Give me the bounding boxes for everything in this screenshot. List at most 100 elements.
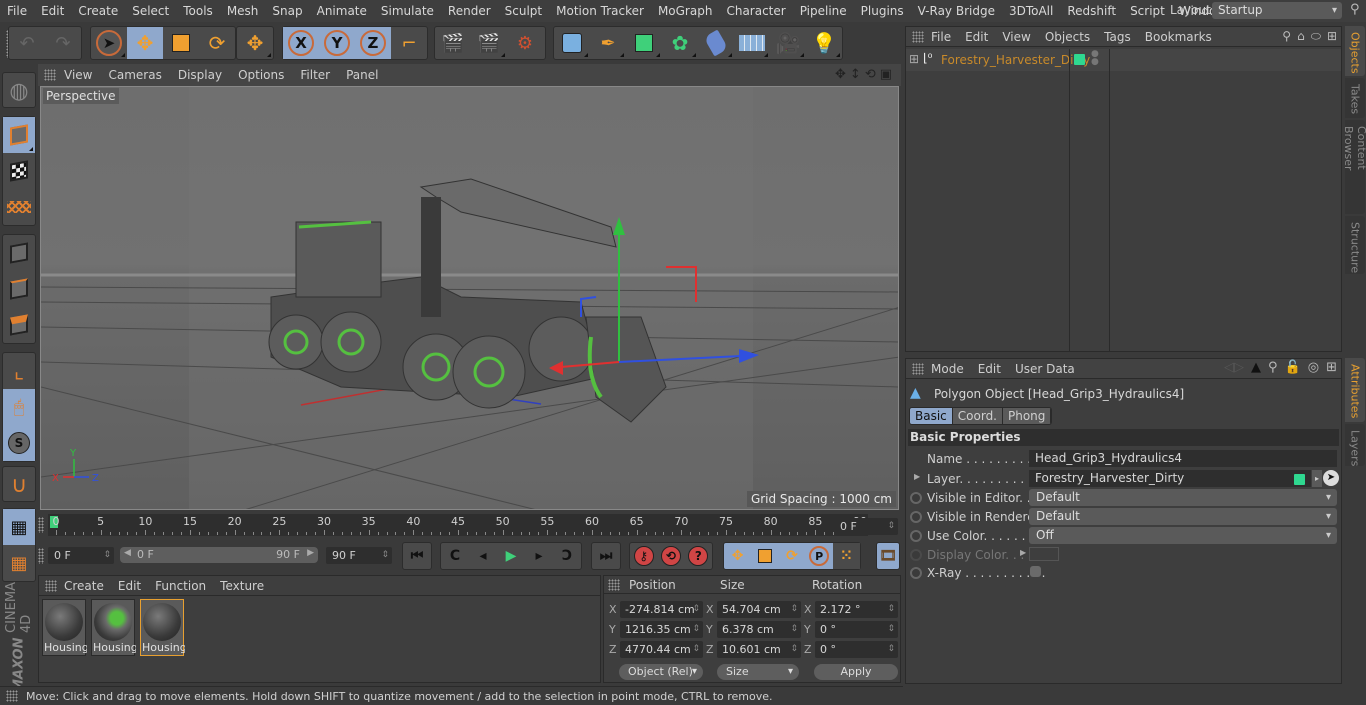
start-frame-field[interactable]: 0 F xyxy=(48,547,114,564)
current-frame-field[interactable]: 0 F xyxy=(834,518,898,535)
search-icon[interactable]: ⚲ xyxy=(1282,29,1291,44)
deformer-button[interactable] xyxy=(698,27,734,59)
rotation-key-button[interactable]: ⟳ xyxy=(778,543,805,569)
position-key-button[interactable]: ✥ xyxy=(724,543,751,569)
animate-radio[interactable] xyxy=(910,492,922,504)
visibility-dots-icon[interactable]: ● ● xyxy=(1091,50,1099,67)
menu-vray-bridge[interactable]: V-Ray Bridge xyxy=(911,4,1002,18)
rotation-x-field[interactable]: 2.172 ° xyxy=(815,601,898,618)
menu-select[interactable]: Select xyxy=(125,4,176,18)
record-button[interactable]: ⚷ xyxy=(630,543,657,569)
menu-motion-tracker[interactable]: Motion Tracker xyxy=(549,4,651,18)
autokey-button[interactable]: ⟲ xyxy=(657,543,684,569)
animation-lock-button[interactable]: ▦ xyxy=(3,545,35,581)
name-field[interactable]: Head_Grip3_Hydraulics4 xyxy=(1029,450,1337,467)
panel-grip[interactable] xyxy=(912,362,924,375)
tab-content-browser[interactable]: Content Browser xyxy=(1342,120,1366,214)
layer-menu-arrow-icon[interactable]: ▸ xyxy=(1312,470,1322,487)
play-button[interactable]: ▶ xyxy=(497,543,525,569)
menu-character[interactable]: Character xyxy=(719,4,792,18)
menu-simulate[interactable]: Simulate xyxy=(374,4,441,18)
visible-editor-dropdown[interactable]: Default xyxy=(1029,489,1337,506)
menu-snap[interactable]: Snap xyxy=(265,4,309,18)
timeline-ruler[interactable]: 051015202530354045505560657075808590 xyxy=(48,514,868,536)
cube-button[interactable] xyxy=(554,27,590,59)
menu-animate[interactable]: Animate xyxy=(310,4,374,18)
search-icon[interactable]: ⚲ xyxy=(1268,360,1278,375)
pan-icon[interactable]: ✥ xyxy=(835,67,846,82)
position-y-field[interactable]: 1216.35 cm xyxy=(620,621,703,638)
model-mode-button[interactable] xyxy=(3,117,35,153)
tab-phong[interactable]: Phong xyxy=(1003,408,1052,424)
previous-frame-button[interactable]: ◂ xyxy=(469,543,497,569)
floor-button[interactable] xyxy=(734,27,770,59)
menu-edit[interactable]: Edit xyxy=(34,4,71,18)
om-menu-tags[interactable]: Tags xyxy=(1097,30,1138,44)
cloner-button[interactable]: ✿ xyxy=(662,27,698,59)
range-right-arrow-icon[interactable]: ▶ xyxy=(307,548,314,558)
tweak-mode-button[interactable]: 🖱 xyxy=(3,389,35,425)
menu-plugins[interactable]: Plugins xyxy=(854,4,911,18)
new-panel-icon[interactable]: ⊞ xyxy=(1327,29,1337,44)
camera-button[interactable]: 🎥 xyxy=(770,27,806,59)
solo-mode-button[interactable]: S xyxy=(3,425,35,461)
expand-arrow-icon[interactable]: ▶ xyxy=(914,472,920,481)
xray-checkbox[interactable] xyxy=(1030,566,1041,577)
rotation-z-field[interactable]: 0 ° xyxy=(815,641,898,658)
new-panel-icon[interactable]: ⊞ xyxy=(1326,360,1337,375)
target-icon[interactable]: ◎ xyxy=(1308,360,1319,375)
om-menu-objects[interactable]: Objects xyxy=(1038,30,1097,44)
next-frame-button[interactable]: ▸ xyxy=(525,543,553,569)
rotation-y-field[interactable]: 0 ° xyxy=(815,621,898,638)
z-axis-lock-button[interactable]: Z xyxy=(355,27,391,59)
viewport-menu-filter[interactable]: Filter xyxy=(292,68,338,82)
size-y-field[interactable]: 6.378 cm xyxy=(717,621,801,638)
render-picture-viewer-button[interactable]: 🎬 xyxy=(471,27,507,59)
viewport-menu-view[interactable]: View xyxy=(56,68,100,82)
panel-grip[interactable] xyxy=(912,30,924,43)
material-menu-texture[interactable]: Texture xyxy=(213,579,271,593)
camera-label[interactable]: Perspective xyxy=(43,88,119,104)
menu-mograph[interactable]: MoGraph xyxy=(651,4,720,18)
texture-mode-button[interactable] xyxy=(3,153,35,189)
edges-mode-button[interactable] xyxy=(3,271,35,307)
scale-key-button[interactable] xyxy=(751,543,778,569)
menu-redshift[interactable]: Redshift xyxy=(1060,4,1123,18)
undo-button[interactable]: ↶ xyxy=(9,27,45,59)
attr-menu-user-data[interactable]: User Data xyxy=(1008,362,1082,376)
viewport-perspective[interactable]: Y X Z Perspective Grid Spacing : 1000 cm xyxy=(40,86,899,510)
om-menu-bookmarks[interactable]: Bookmarks xyxy=(1138,30,1219,44)
parameter-key-button[interactable]: P xyxy=(806,543,833,569)
go-to-start-button[interactable]: ⏮ xyxy=(403,543,431,569)
coordinate-mode-dropdown[interactable]: Object (Rel) xyxy=(619,664,703,680)
panel-grip[interactable] xyxy=(44,69,56,81)
apply-button[interactable]: Apply xyxy=(814,664,898,680)
attr-menu-edit[interactable]: Edit xyxy=(971,362,1008,376)
last-tool-button[interactable]: ✥ xyxy=(237,27,273,59)
coordinate-system-button[interactable]: ⌐ xyxy=(391,27,427,59)
frame-range-slider[interactable]: ◀ 0 F 90 F ▶ xyxy=(120,547,318,563)
visible-renderer-dropdown[interactable]: Default xyxy=(1029,508,1337,525)
eye-oval-icon[interactable]: ⬭ xyxy=(1311,29,1321,44)
position-x-field[interactable]: -274.814 cm xyxy=(620,601,703,618)
animate-radio[interactable] xyxy=(910,567,922,579)
menu-create[interactable]: Create xyxy=(71,4,125,18)
menu-file[interactable]: File xyxy=(0,4,34,18)
panel-grip[interactable] xyxy=(608,579,620,591)
up-arrow-icon[interactable]: ▲ xyxy=(1251,360,1261,375)
pen-button[interactable]: ✒ xyxy=(590,27,626,59)
material-menu-edit[interactable]: Edit xyxy=(111,579,148,593)
material-swatch[interactable]: Housing xyxy=(42,599,87,656)
om-menu-view[interactable]: View xyxy=(995,30,1037,44)
material-menu-function[interactable]: Function xyxy=(148,579,213,593)
timeline-grip[interactable] xyxy=(38,517,44,533)
timeline-filmstrip-button[interactable]: 🎞 xyxy=(877,543,899,569)
size-mode-dropdown[interactable]: Size xyxy=(717,664,799,680)
menu-script[interactable]: Script xyxy=(1123,4,1172,18)
object-name[interactable]: Forestry_Harvester_Dirty xyxy=(941,53,1090,67)
tab-layers[interactable]: Layers xyxy=(1345,424,1365,466)
home-icon[interactable]: ⌂ xyxy=(1297,29,1305,44)
size-x-field[interactable]: 54.704 cm xyxy=(717,601,801,618)
viewport-menu-cameras[interactable]: Cameras xyxy=(100,68,169,82)
workplane-mode-button[interactable] xyxy=(3,189,35,225)
